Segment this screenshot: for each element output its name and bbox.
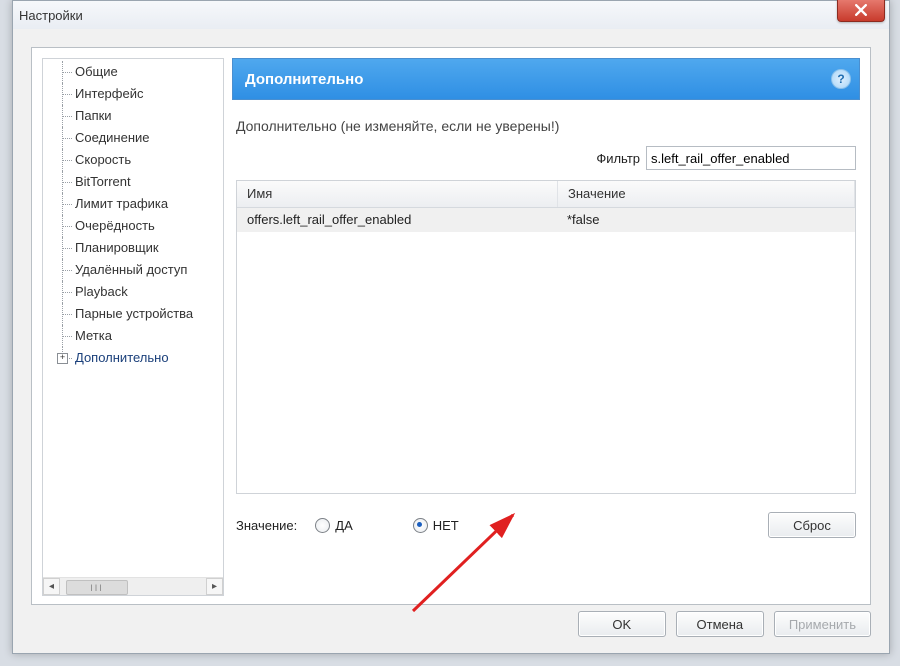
cell-value: *false [557,208,855,232]
scroll-track[interactable]: III [60,578,206,595]
radio-yes-label: ДА [335,518,352,533]
advanced-pane: Дополнительно ? Дополнительно (не изменя… [232,58,860,594]
scroll-right-arrow-icon[interactable]: ▸ [206,578,223,595]
cancel-button[interactable]: Отмена [676,611,764,637]
tree-item-advanced[interactable]: +Дополнительно [43,347,223,369]
scroll-thumb[interactable]: III [66,580,128,595]
col-value[interactable]: Значение [558,181,855,207]
tree-item-folders[interactable]: Папки [43,105,223,127]
scroll-left-arrow-icon[interactable]: ◂ [43,578,60,595]
tree-item-connection[interactable]: Соединение [43,127,223,149]
settings-window: Настройки Общие Интерфейс Папки [12,0,890,654]
filter-row: Фильтр [236,146,856,170]
settings-table: Имя Значение offers.left_rail_offer_enab… [236,180,856,494]
tree-item-traffic-limit[interactable]: Лимит трафика [43,193,223,215]
table-row[interactable]: offers.left_rail_offer_enabled *false [237,208,855,232]
close-icon [855,4,867,16]
main-panel: Общие Интерфейс Папки Соединение Скорост… [31,47,871,605]
tree-item-general[interactable]: Общие [43,61,223,83]
tree-item-speed[interactable]: Скорость [43,149,223,171]
apply-button[interactable]: Применить [774,611,871,637]
warning-text: Дополнительно (не изменяйте, если не уве… [236,118,856,134]
expand-icon[interactable]: + [57,353,68,364]
radio-no-label: НЕТ [433,518,459,533]
radio-icon [315,518,330,533]
table-header[interactable]: Имя Значение [237,181,855,208]
tree-item-bittorrent[interactable]: BitTorrent [43,171,223,193]
value-label: Значение: [236,518,297,533]
section-title: Дополнительно [245,71,363,88]
dialog-buttons: OK Отмена Применить [578,611,871,637]
value-row: Значение: ДА НЕТ Сброс [236,512,856,538]
tree-item-queue[interactable]: Очерёдность [43,215,223,237]
section-header: Дополнительно ? [232,58,860,100]
filter-label: Фильтр [596,151,640,166]
filter-input[interactable] [646,146,856,170]
radio-icon [413,518,428,533]
col-name[interactable]: Имя [237,181,558,207]
title-bar: Настройки [13,1,889,30]
tree-item-labels[interactable]: Метка [43,325,223,347]
client-area: Общие Интерфейс Папки Соединение Скорост… [13,29,889,653]
tree-item-paired-devices[interactable]: Парные устройства [43,303,223,325]
reset-button[interactable]: Сброс [768,512,856,538]
tree-item-interface[interactable]: Интерфейс [43,83,223,105]
tree-item-remote[interactable]: Удалённый доступ [43,259,223,281]
tree-item-playback[interactable]: Playback [43,281,223,303]
help-icon[interactable]: ? [831,69,851,89]
close-button[interactable] [837,0,885,22]
tree-item-scheduler[interactable]: Планировщик [43,237,223,259]
window-title: Настройки [19,8,83,23]
tree-h-scrollbar[interactable]: ◂ III ▸ [43,577,223,595]
radio-no[interactable]: НЕТ [413,518,459,533]
radio-yes[interactable]: ДА [315,518,352,533]
settings-tree[interactable]: Общие Интерфейс Папки Соединение Скорост… [42,58,224,596]
ok-button[interactable]: OK [578,611,666,637]
cell-name: offers.left_rail_offer_enabled [237,208,557,232]
